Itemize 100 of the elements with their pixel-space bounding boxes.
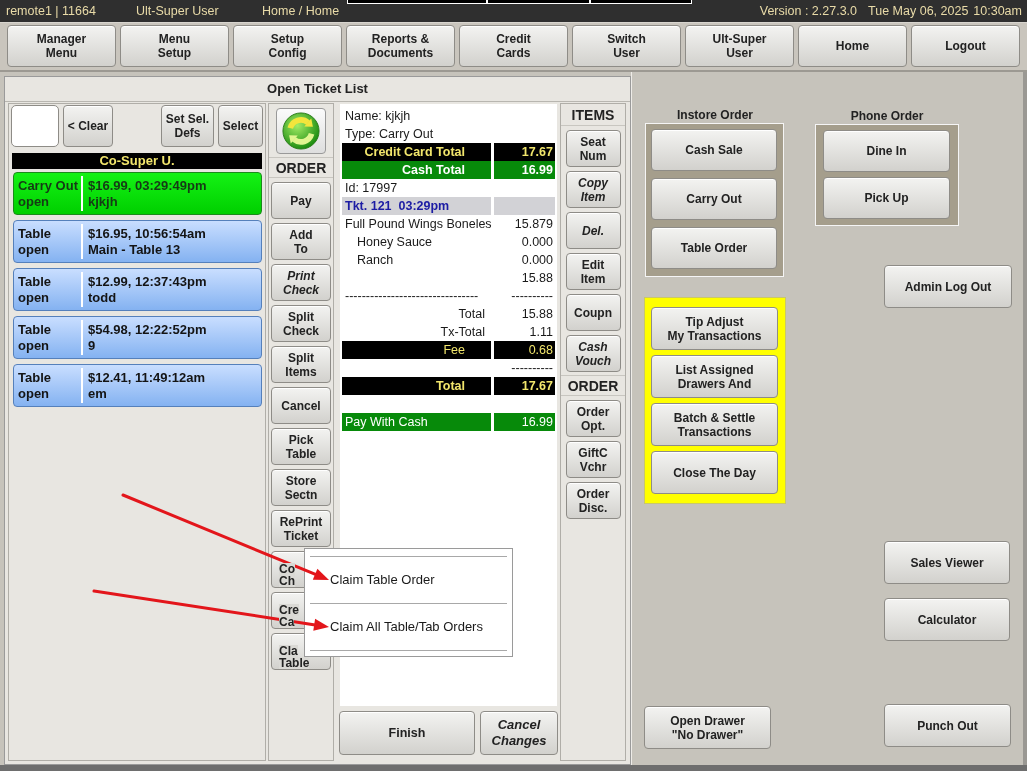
ticket-name: kjkjh bbox=[88, 194, 118, 210]
ticket-row[interactable]: Table open $54.98, 12:22:52pm 9 bbox=[13, 316, 262, 359]
order-button[interactable]: Store Sectn bbox=[271, 469, 331, 506]
station-label: remote1 | 11664 bbox=[6, 3, 96, 18]
receipt-value: 0.68 bbox=[494, 341, 555, 359]
ticket-name: Main - Table 13 bbox=[88, 242, 181, 258]
ticket-name: todd bbox=[88, 290, 117, 306]
receipt-cell bbox=[494, 197, 555, 215]
receipt-label: Fee bbox=[342, 341, 491, 359]
ticket-row[interactable]: Carry Out open $16.99, 03:29:49pm kjkjh bbox=[13, 172, 262, 215]
receipt-text: Type: Carry Out bbox=[344, 126, 434, 143]
refresh-button[interactable] bbox=[276, 108, 326, 154]
order-type-button[interactable]: Table Order bbox=[651, 227, 777, 269]
receipt-label: Pay With Cash bbox=[342, 413, 491, 431]
item-button[interactable]: Coupn bbox=[565, 294, 621, 331]
receipt-value: 17.67 bbox=[494, 377, 555, 395]
item-button[interactable]: Order Opt. bbox=[565, 400, 621, 437]
menu-bar-button[interactable]: Logout bbox=[911, 25, 1020, 67]
ticket-summary: $16.99, 03:29:49pm bbox=[88, 178, 207, 194]
item-button[interactable]: Edit Item bbox=[565, 253, 621, 290]
receipt-value: 17.67 bbox=[494, 143, 555, 161]
order-button[interactable]: Pay bbox=[271, 182, 331, 219]
menu-bar-button[interactable]: Ult-Super User bbox=[685, 25, 794, 67]
ticket-status: open bbox=[18, 386, 50, 402]
list-toolbar-button[interactable]: Set Sel. Defs bbox=[161, 104, 214, 147]
refresh-icon bbox=[282, 112, 320, 150]
group-header: Co-Super U. bbox=[12, 153, 262, 169]
item-button[interactable]: Cash Vouch bbox=[565, 335, 621, 372]
order-type-button[interactable]: Cash Sale bbox=[651, 129, 777, 171]
ticket-summary: $54.98, 12:22:52pm bbox=[88, 322, 207, 338]
task-button[interactable]: Tip Adjust My Transactions bbox=[651, 307, 778, 350]
column-header: ORDER bbox=[567, 377, 619, 396]
sales-viewer-button[interactable]: Sales Viewer bbox=[884, 541, 1010, 584]
admin-button[interactable]: Admin Log Out bbox=[884, 265, 1012, 308]
order-type-button[interactable]: Carry Out bbox=[651, 178, 777, 220]
receipt-label: Total bbox=[342, 377, 491, 395]
receipt-value: 16.99 bbox=[494, 161, 555, 179]
receipt-text: Name: kjkjh bbox=[344, 108, 411, 125]
footer-button[interactable]: Cancel Changes bbox=[480, 711, 558, 755]
calculator-button[interactable]: Calculator bbox=[884, 598, 1010, 641]
ticket-type: Table bbox=[18, 322, 51, 338]
receipt-value: 16.99 bbox=[494, 413, 555, 431]
footer-button[interactable]: Finish bbox=[339, 711, 475, 755]
ticket-status: open bbox=[18, 194, 50, 210]
receipt-value: 0.000 bbox=[521, 253, 553, 267]
receipt-value: 15.88 bbox=[521, 271, 553, 285]
ticket-status: open bbox=[18, 338, 50, 354]
ticket-status: open bbox=[18, 242, 50, 258]
task-button[interactable]: Batch & Settle Transactions bbox=[651, 403, 778, 446]
ticket-name: em bbox=[88, 386, 107, 402]
menu-bar-button[interactable]: Menu Setup bbox=[120, 25, 229, 67]
menu-bar-button[interactable]: Credit Cards bbox=[459, 25, 568, 67]
order-type-button[interactable]: Dine In bbox=[823, 130, 950, 172]
receipt-label: Cash Total bbox=[342, 161, 491, 179]
list-toolbar-button[interactable]: < Clear bbox=[63, 104, 113, 147]
order-button[interactable]: Split Items bbox=[271, 346, 331, 383]
ticket-row[interactable]: Table open $16.95, 10:56:54am Main - Table 13 bbox=[13, 220, 262, 263]
receipt-value: ---------- bbox=[511, 361, 553, 375]
open-drawer-button[interactable]: Open Drawer "No Drawer" bbox=[644, 706, 771, 749]
receipt-label: Ranch bbox=[357, 253, 394, 267]
ticket-type: Carry Out bbox=[18, 178, 78, 194]
receipt-label: Full Pound Wings Boneles bbox=[345, 217, 492, 231]
input-field[interactable] bbox=[11, 104, 59, 147]
order-button[interactable]: Split Check bbox=[271, 305, 331, 342]
menu-bar-button[interactable]: Setup Config bbox=[233, 25, 342, 67]
menu-bar-button[interactable]: Home bbox=[798, 25, 907, 67]
ticket-row[interactable]: Table open $12.41, 11:49:12am em bbox=[13, 364, 262, 407]
group-title: Instore Order bbox=[677, 108, 753, 123]
item-button[interactable]: Del. bbox=[565, 212, 621, 249]
order-type-button[interactable]: Pick Up bbox=[823, 177, 950, 219]
ticket-row[interactable]: Table open $12.99, 12:37:43pm todd bbox=[13, 268, 262, 311]
ticket-summary: $12.41, 11:49:12am bbox=[88, 370, 206, 386]
order-button[interactable]: Pick Table bbox=[271, 428, 331, 465]
item-button[interactable]: Order Disc. bbox=[565, 482, 621, 519]
task-button[interactable]: List Assigned Drawers And bbox=[651, 355, 778, 398]
date-label: Tue May 06, 2025 bbox=[868, 2, 969, 20]
receipt-label: Total bbox=[458, 307, 485, 321]
ticket-summary: $16.95, 10:56:54am bbox=[88, 226, 206, 242]
list-toolbar-button[interactable]: Select bbox=[218, 104, 263, 147]
ticket-type: Table bbox=[18, 274, 51, 290]
receipt-value: ---------- bbox=[511, 289, 553, 303]
item-button[interactable]: GiftC Vchr bbox=[565, 441, 621, 478]
receipt-value: 15.88 bbox=[521, 307, 553, 321]
ticket-type: Table bbox=[18, 370, 51, 386]
receipt-label: Credit Card Total bbox=[342, 143, 491, 161]
menu-bar-button[interactable]: Manager Menu bbox=[7, 25, 116, 67]
menu-item[interactable]: Claim All Table/Tab Orders bbox=[330, 617, 483, 637]
order-button[interactable]: RePrint Ticket bbox=[271, 510, 331, 547]
order-button[interactable]: Print Check bbox=[271, 264, 331, 301]
receipt-label: -------------------------------- bbox=[345, 289, 479, 303]
task-button[interactable]: Close The Day bbox=[651, 451, 778, 494]
item-button[interactable]: Seat Num bbox=[565, 130, 621, 167]
menu-item[interactable]: Claim Table Order bbox=[330, 570, 435, 590]
order-button[interactable]: Add To bbox=[271, 223, 331, 260]
item-button[interactable]: Copy Item bbox=[565, 171, 621, 208]
order-button[interactable]: Cancel bbox=[271, 387, 331, 424]
receipt-value: 1.11 bbox=[529, 325, 553, 339]
punch-out-button[interactable]: Punch Out bbox=[884, 704, 1011, 747]
menu-bar-button[interactable]: Switch User bbox=[572, 25, 681, 67]
menu-bar-button[interactable]: Reports & Documents bbox=[346, 25, 455, 67]
